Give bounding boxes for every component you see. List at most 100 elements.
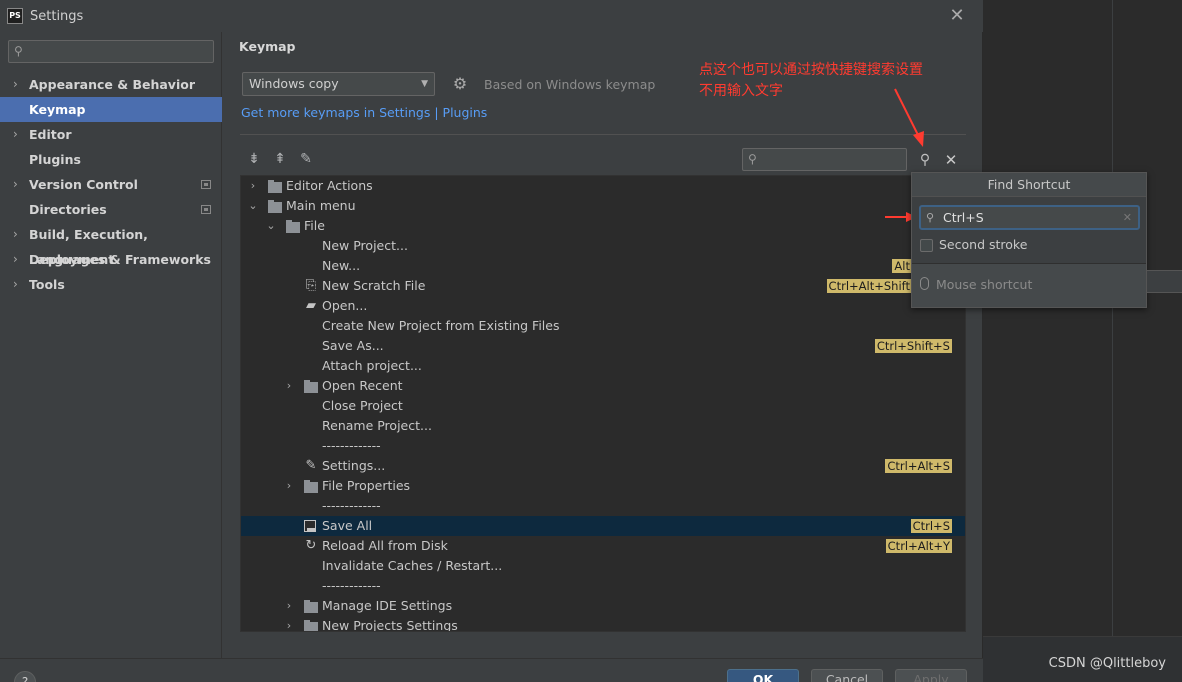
mouse-shortcut-option[interactable]: Mouse shortcut: [912, 264, 1146, 307]
sidebar-item-languages-frameworks[interactable]: › Languages & Frameworks: [0, 247, 222, 272]
chevron-right-icon[interactable]: ›: [247, 176, 259, 196]
sidebar-item-tools[interactable]: › Tools: [0, 272, 222, 297]
open-folder-icon: ▰: [306, 298, 316, 313]
chevron-right-icon[interactable]: ›: [283, 596, 295, 616]
cancel-button[interactable]: Cancel: [811, 669, 883, 682]
clear-icon[interactable]: ✕: [1123, 207, 1132, 228]
title-bar: PS Settings ✕: [0, 0, 983, 32]
gear-icon[interactable]: ⚙: [451, 75, 469, 93]
sidebar-item-editor[interactable]: › Editor: [0, 122, 222, 147]
help-button[interactable]: ?: [14, 671, 36, 682]
settings-search-input[interactable]: ⚲: [8, 40, 214, 63]
sidebar-item-directories[interactable]: Directories: [0, 197, 222, 222]
tree-row-label: Close Project: [322, 398, 403, 413]
tree-row-label: -------------: [322, 498, 381, 513]
sidebar-item-label: Appearance & Behavior: [29, 77, 195, 92]
tree-row[interactable]: ▰ Open...: [241, 296, 965, 316]
tree-row[interactable]: › Open Recent: [241, 376, 965, 396]
sidebar-item-label: Plugins: [29, 152, 81, 167]
tree-row[interactable]: Rename Project...: [241, 416, 965, 436]
shortcut-badge: Ctrl+Alt+Shift: [826, 279, 912, 293]
tree-row-label: File: [304, 218, 325, 233]
close-button[interactable]: ✕: [947, 6, 967, 26]
chevron-right-icon[interactable]: ›: [13, 222, 18, 247]
chevron-down-icon[interactable]: ⌄: [265, 216, 277, 236]
tree-row[interactable]: ⌄ File: [241, 216, 965, 236]
save-icon: [304, 520, 316, 532]
tree-row-label: Settings...: [322, 458, 386, 473]
find-shortcut-button[interactable]: ⚲: [915, 150, 935, 170]
wrench-icon: ✎: [305, 458, 317, 473]
tree-row[interactable]: -------------: [241, 576, 965, 596]
app-icon: PS: [7, 8, 23, 24]
folder-icon: [268, 200, 282, 213]
shortcut-input[interactable]: ⚲ Ctrl+S ✕: [919, 205, 1140, 230]
tree-row[interactable]: ↻ Reload All from Disk Ctrl+Alt+Y: [241, 536, 965, 556]
chevron-down-icon[interactable]: ⌄: [247, 196, 259, 216]
sidebar-item-plugins[interactable]: Plugins: [0, 147, 222, 172]
collapse-all-icon[interactable]: ⇞: [271, 150, 289, 168]
tree-row[interactable]: New Project...: [241, 236, 965, 256]
tree-row[interactable]: Save All Ctrl+S: [241, 516, 965, 536]
sidebar-item-label: Directories: [29, 202, 107, 217]
chevron-right-icon[interactable]: ›: [283, 476, 295, 496]
folder-icon: [268, 180, 282, 193]
tree-row[interactable]: Invalidate Caches / Restart...: [241, 556, 965, 576]
tree-row[interactable]: ⌄ Main menu: [241, 196, 965, 216]
tree-row[interactable]: Save As... Ctrl+Shift+S: [241, 336, 965, 356]
chevron-down-icon: ▼: [421, 79, 428, 89]
edit-pencil-icon[interactable]: ✎: [297, 150, 315, 168]
more-keymaps-link[interactable]: Get more keymaps in Settings | Plugins: [241, 105, 487, 120]
expand-all-icon[interactable]: ⇟: [245, 150, 263, 168]
page-title: Keymap: [239, 39, 296, 54]
apply-button[interactable]: Apply: [895, 669, 967, 682]
second-stroke-label: Second stroke: [939, 237, 1028, 252]
sidebar-item-keymap[interactable]: Keymap: [0, 97, 222, 122]
shortcut-badge: Ctrl+Alt+Y: [885, 539, 952, 553]
folder-icon: [304, 620, 318, 631]
tree-row[interactable]: -------------: [241, 436, 965, 456]
sidebar-item-build-execution-deployment[interactable]: › Build, Execution, Deployment: [0, 222, 222, 267]
tree-row-label: Save As...: [322, 338, 384, 353]
tree-row[interactable]: Close Project: [241, 396, 965, 416]
tree-row[interactable]: Attach project...: [241, 356, 965, 376]
tree-row[interactable]: -------------: [241, 496, 965, 516]
tree-row[interactable]: ✎ Settings... Ctrl+Alt+S: [241, 456, 965, 476]
tree-row[interactable]: New... Alt: [241, 256, 965, 276]
tree-row[interactable]: › Editor Actions: [241, 176, 965, 196]
watermark: CSDN @Qlittleboy: [1048, 656, 1166, 671]
sidebar-item-label: Keymap: [29, 102, 86, 117]
chevron-right-icon[interactable]: ›: [283, 376, 295, 396]
checkbox-box[interactable]: [920, 239, 933, 252]
action-search-input[interactable]: ⚲: [742, 148, 907, 171]
tree-row[interactable]: Create New Project from Existing Files: [241, 316, 965, 336]
shortcut-input-value: Ctrl+S: [943, 210, 984, 225]
chevron-right-icon[interactable]: ›: [13, 72, 18, 97]
search-icon: ⚲: [14, 44, 23, 58]
sidebar-item-appearance-behavior[interactable]: › Appearance & Behavior: [0, 72, 222, 97]
tree-row-label: Create New Project from Existing Files: [322, 318, 560, 333]
sidebar-item-label: Editor: [29, 127, 72, 142]
background-divider: [1112, 0, 1113, 636]
ok-button[interactable]: OK: [727, 669, 799, 682]
tree-row[interactable]: ⎘ New Scratch File Ctrl+Alt+Shift: [241, 276, 965, 296]
background-ide: [983, 0, 1182, 682]
chevron-right-icon[interactable]: ›: [13, 272, 18, 297]
chevron-right-icon[interactable]: ›: [13, 122, 18, 147]
tree-row[interactable]: › File Properties: [241, 476, 965, 496]
keymap-scheme-select[interactable]: Windows copy ▼: [242, 72, 435, 96]
popup-shadow-edge: [1147, 270, 1182, 293]
close-icon: ✕: [944, 151, 958, 169]
tree-row[interactable]: › New Projects Settings: [241, 616, 965, 631]
chevron-right-icon[interactable]: ›: [13, 172, 18, 197]
chevron-right-icon[interactable]: ›: [283, 616, 295, 631]
tree-row-label: Editor Actions: [286, 178, 373, 193]
chevron-right-icon[interactable]: ›: [13, 247, 18, 272]
window-title: Settings: [30, 9, 84, 24]
sidebar-item-label: Languages & Frameworks: [29, 252, 211, 267]
popup-title: Find Shortcut: [912, 173, 1146, 197]
sidebar-item-version-control[interactable]: › Version Control: [0, 172, 222, 197]
tree-row[interactable]: › Manage IDE Settings: [241, 596, 965, 616]
clear-filter-button[interactable]: ✕: [941, 150, 961, 170]
shortcut-badge: Ctrl+S: [910, 519, 952, 533]
